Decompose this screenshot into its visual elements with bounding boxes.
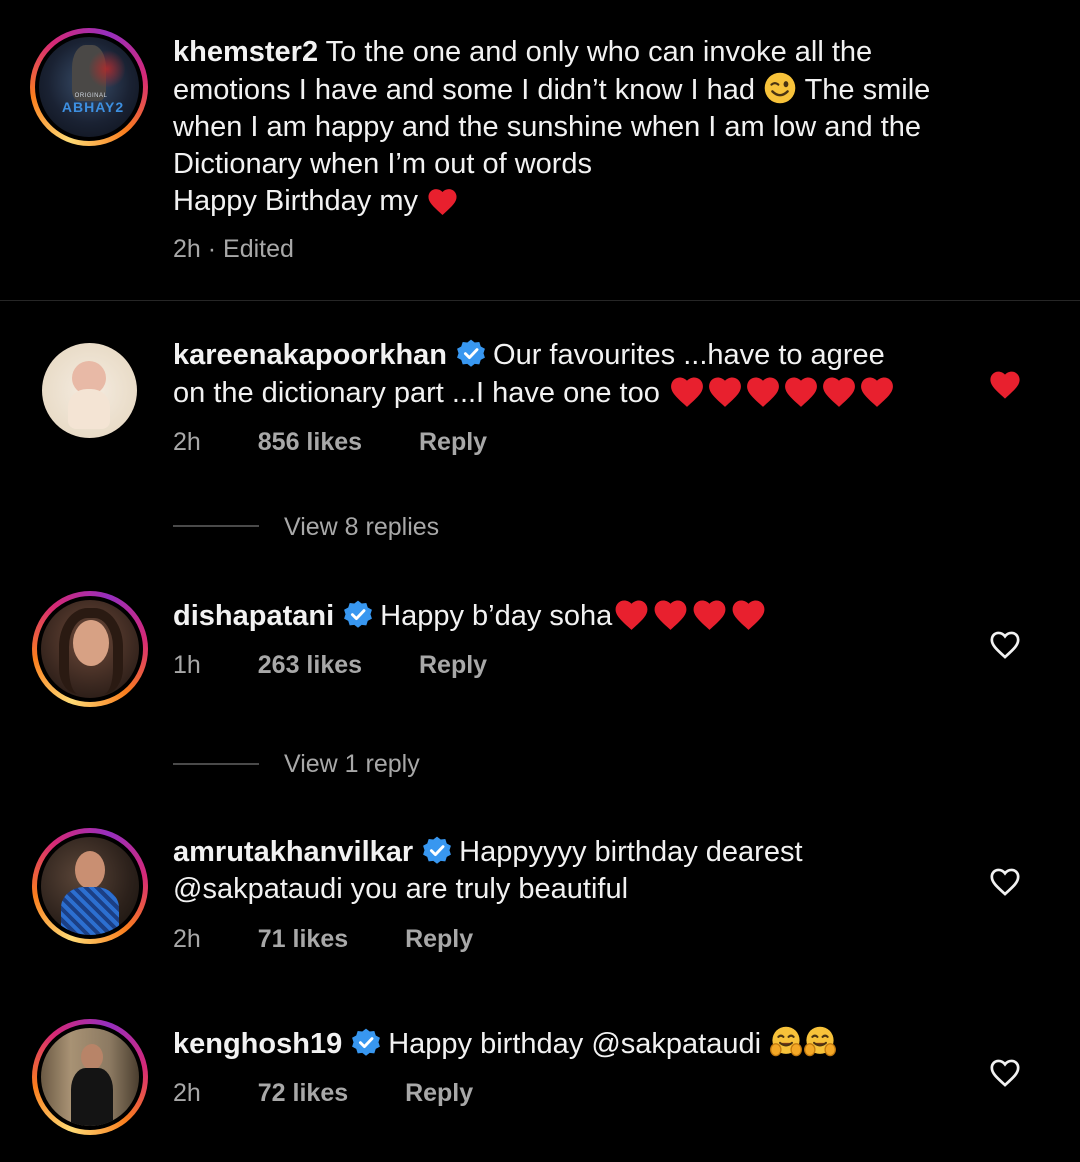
comment-meta: 2h 72 likes Reply: [173, 1079, 473, 1108]
avatar[interactable]: [32, 1019, 148, 1135]
avatar[interactable]: ORIGINAL ABHAY2: [30, 28, 148, 146]
likes-count[interactable]: 263 likes: [258, 651, 362, 679]
likes-count[interactable]: 856 likes: [258, 428, 362, 456]
comment-timestamp: 2h: [173, 428, 201, 456]
avatar-figure-body: [68, 389, 110, 429]
comment-text: @sakpataudi you are truly beautiful: [173, 873, 629, 905]
heart-outline-icon[interactable]: [988, 865, 1022, 897]
comment-text: Dictionary when I’m out of words: [173, 148, 593, 180]
replies-line: [173, 763, 259, 765]
comment-body: amrutakhanvilkar Happyyyy birthday deares…: [173, 834, 933, 908]
comment-text: Our favourites ...have to agree: [493, 339, 885, 371]
comment-body: khemster2 To the one and only who can in…: [173, 34, 1033, 220]
heart-outline-icon[interactable]: [988, 628, 1022, 660]
replies-line: [173, 525, 259, 527]
winking-face-emoji: [763, 71, 797, 105]
comment-text: Happy Birthday my: [173, 185, 418, 217]
hugging-face-emoji: [769, 1025, 803, 1059]
red-heart-emoji: [668, 374, 706, 408]
view-replies-button[interactable]: View 8 replies: [284, 513, 439, 542]
comment-text: To the one and only who can invoke all t…: [325, 36, 873, 68]
verified-badge-icon: [350, 1027, 382, 1059]
avatar-outfit: [61, 887, 119, 935]
heart-outline-icon[interactable]: [988, 1056, 1022, 1088]
reply-button[interactable]: Reply: [419, 651, 487, 679]
red-heart-emoji: [858, 374, 896, 408]
comment-timestamp: 2h · Edited: [173, 235, 294, 263]
username[interactable]: kareenakapoorkhan: [173, 339, 447, 371]
red-heart-emoji: [782, 374, 820, 408]
likes-count[interactable]: 71 likes: [258, 925, 348, 953]
verified-badge-icon: [421, 835, 453, 867]
avatar-caption-big: ABHAY2: [61, 99, 125, 115]
username[interactable]: khemster2: [173, 36, 318, 68]
comment-text: Happy b’day soha: [380, 600, 613, 632]
comment-text: when I am happy and the sunshine when I …: [173, 111, 922, 143]
username[interactable]: kenghosh19: [173, 1028, 342, 1060]
comment-text: Happyyyy birthday dearest: [459, 836, 803, 868]
username[interactable]: dishapatani: [173, 600, 334, 632]
reply-button[interactable]: Reply: [405, 925, 473, 953]
comment-timestamp: 1h: [173, 651, 201, 679]
like-heart-icon[interactable]: [988, 368, 1022, 400]
likes-count[interactable]: 72 likes: [258, 1079, 348, 1107]
comment-body: kareenakapoorkhan Our favourites ...have …: [173, 337, 953, 412]
comment-text: Happy birthday @sakpataudi: [388, 1028, 762, 1060]
comment-text: The smile: [804, 74, 931, 106]
verified-badge-icon: [455, 338, 487, 370]
hugging-face-emoji: [803, 1025, 837, 1059]
red-heart-emoji: [690, 597, 729, 631]
comment-text: emotions I have and some I didn’t know I…: [173, 74, 755, 106]
red-heart-emoji: [426, 186, 459, 216]
heart-emoji-group: [668, 377, 896, 409]
view-replies-button[interactable]: View 1 reply: [284, 750, 420, 779]
red-heart-emoji: [820, 374, 858, 408]
reply-button[interactable]: Reply: [405, 1079, 473, 1107]
avatar-hair: [59, 608, 123, 694]
caption-divider: [0, 300, 1080, 301]
comment-body: kenghosh19 Happy birthday @sakpataudi: [173, 1025, 933, 1063]
comment-meta: 2h 71 likes Reply: [173, 925, 473, 954]
avatar-suit: [71, 1068, 113, 1126]
verified-badge-icon: [342, 599, 374, 631]
avatar[interactable]: [42, 343, 137, 438]
comment-timestamp: 2h: [173, 925, 201, 953]
comment-meta: 1h 263 likes Reply: [173, 651, 487, 680]
red-heart-emoji: [729, 597, 768, 631]
red-heart-emoji: [706, 374, 744, 408]
reply-button[interactable]: Reply: [419, 428, 487, 456]
red-heart-emoji: [744, 374, 782, 408]
heart-emoji-group: [612, 600, 768, 632]
avatar[interactable]: [32, 591, 148, 707]
avatar-face: [81, 1044, 103, 1070]
red-heart-emoji: [612, 597, 651, 631]
comment-text: on the dictionary part ...I have one too: [173, 377, 660, 409]
username[interactable]: amrutakhanvilkar: [173, 836, 413, 868]
red-heart-emoji: [651, 597, 690, 631]
avatar-face: [75, 851, 105, 889]
avatar-splatter: [89, 49, 125, 89]
comment-meta: 2h 856 likes Reply: [173, 428, 487, 457]
comment-body: dishapatani Happy b’day soha: [173, 597, 933, 635]
avatar[interactable]: [32, 828, 148, 944]
comment-timestamp: 2h: [173, 1079, 201, 1107]
